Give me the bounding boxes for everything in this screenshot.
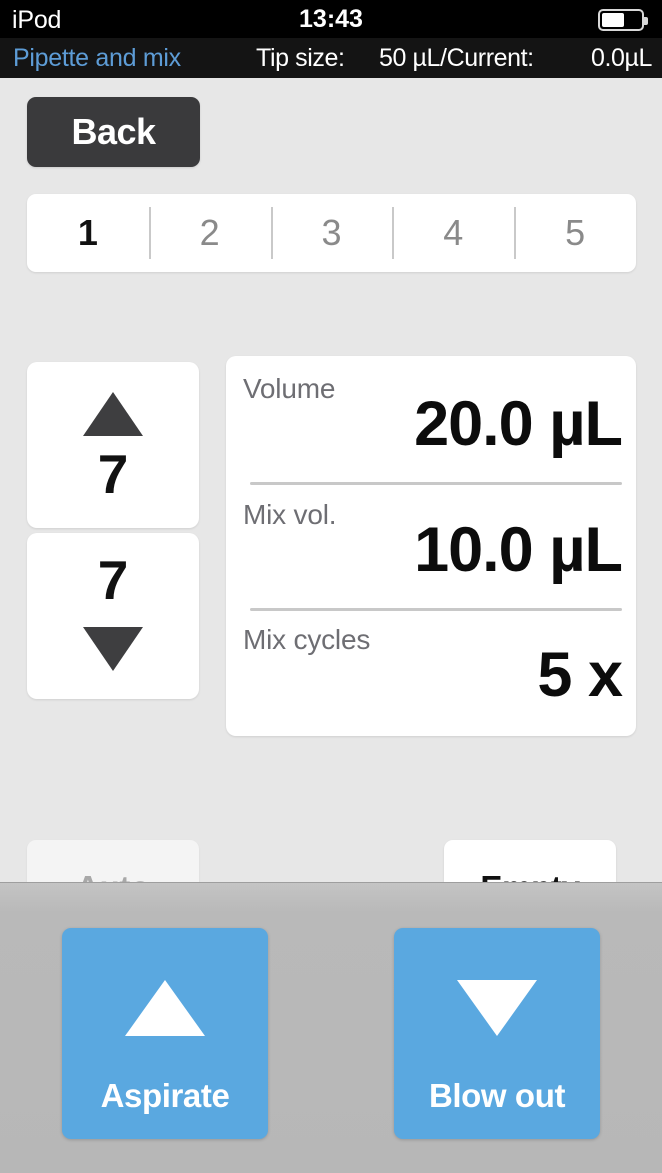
dispense-speed-value: 7 — [97, 549, 129, 611]
parameters-card: Volume 20.0 µL Mix vol. 10.0 µL Mix cycl… — [226, 356, 636, 736]
action-bar: Aspirate Blow out — [0, 882, 662, 1173]
content-panel: Back 1 2 3 4 5 Speed Pipette and mix 7 7… — [0, 78, 662, 936]
tab-2[interactable]: 2 — [148, 194, 271, 272]
tip-size-label: Tip size: — [256, 44, 345, 72]
volume-value: 20.0 µL — [414, 389, 623, 459]
tab-3[interactable]: 3 — [270, 194, 393, 272]
volume-label: Volume — [243, 373, 336, 404]
tab-1[interactable]: 1 — [27, 194, 149, 272]
triangle-down-icon — [457, 980, 537, 1036]
page-title: Pipette and mix — [13, 44, 181, 72]
aspirate-speed-value: 7 — [97, 443, 129, 505]
back-button[interactable]: Back — [27, 97, 200, 167]
mix-cycles-label: Mix cycles — [243, 624, 371, 655]
triangle-down-icon — [83, 627, 143, 671]
program-tab-strip: 1 2 3 4 5 — [27, 194, 636, 272]
battery-half-icon — [598, 9, 648, 31]
field-divider — [250, 482, 622, 485]
nav-bar: Pipette and mix Tip size: 50 µL/Current:… — [0, 38, 662, 78]
tip-size-value: 50 µL/Current: — [379, 44, 534, 72]
dispense-speed-stepper[interactable]: 7 — [27, 533, 199, 699]
field-divider — [250, 608, 622, 611]
mix-cycles-value: 5 x — [537, 640, 623, 710]
mix-volume-label: Mix vol. — [243, 499, 337, 530]
aspirate-button-label: Aspirate — [100, 1077, 230, 1114]
status-bar: iPod 13:43 — [0, 0, 662, 38]
battery-fill — [602, 13, 624, 27]
triangle-up-icon — [83, 392, 143, 436]
app-screen: iPod 13:43 Pipette and mix Tip size: 50 … — [0, 0, 662, 1173]
mix-volume-value: 10.0 µL — [414, 515, 623, 585]
tab-4[interactable]: 4 — [392, 194, 514, 272]
status-clock: 13:43 — [299, 5, 363, 33]
tab-5[interactable]: 5 — [514, 194, 636, 272]
current-volume-value: 0.0µL — [590, 44, 652, 72]
aspirate-speed-stepper[interactable]: 7 — [27, 362, 199, 528]
triangle-up-icon — [125, 980, 205, 1036]
blow-out-button[interactable]: Blow out — [394, 928, 600, 1139]
aspirate-button[interactable]: Aspirate — [62, 928, 268, 1139]
blow-out-button-label: Blow out — [428, 1077, 566, 1114]
